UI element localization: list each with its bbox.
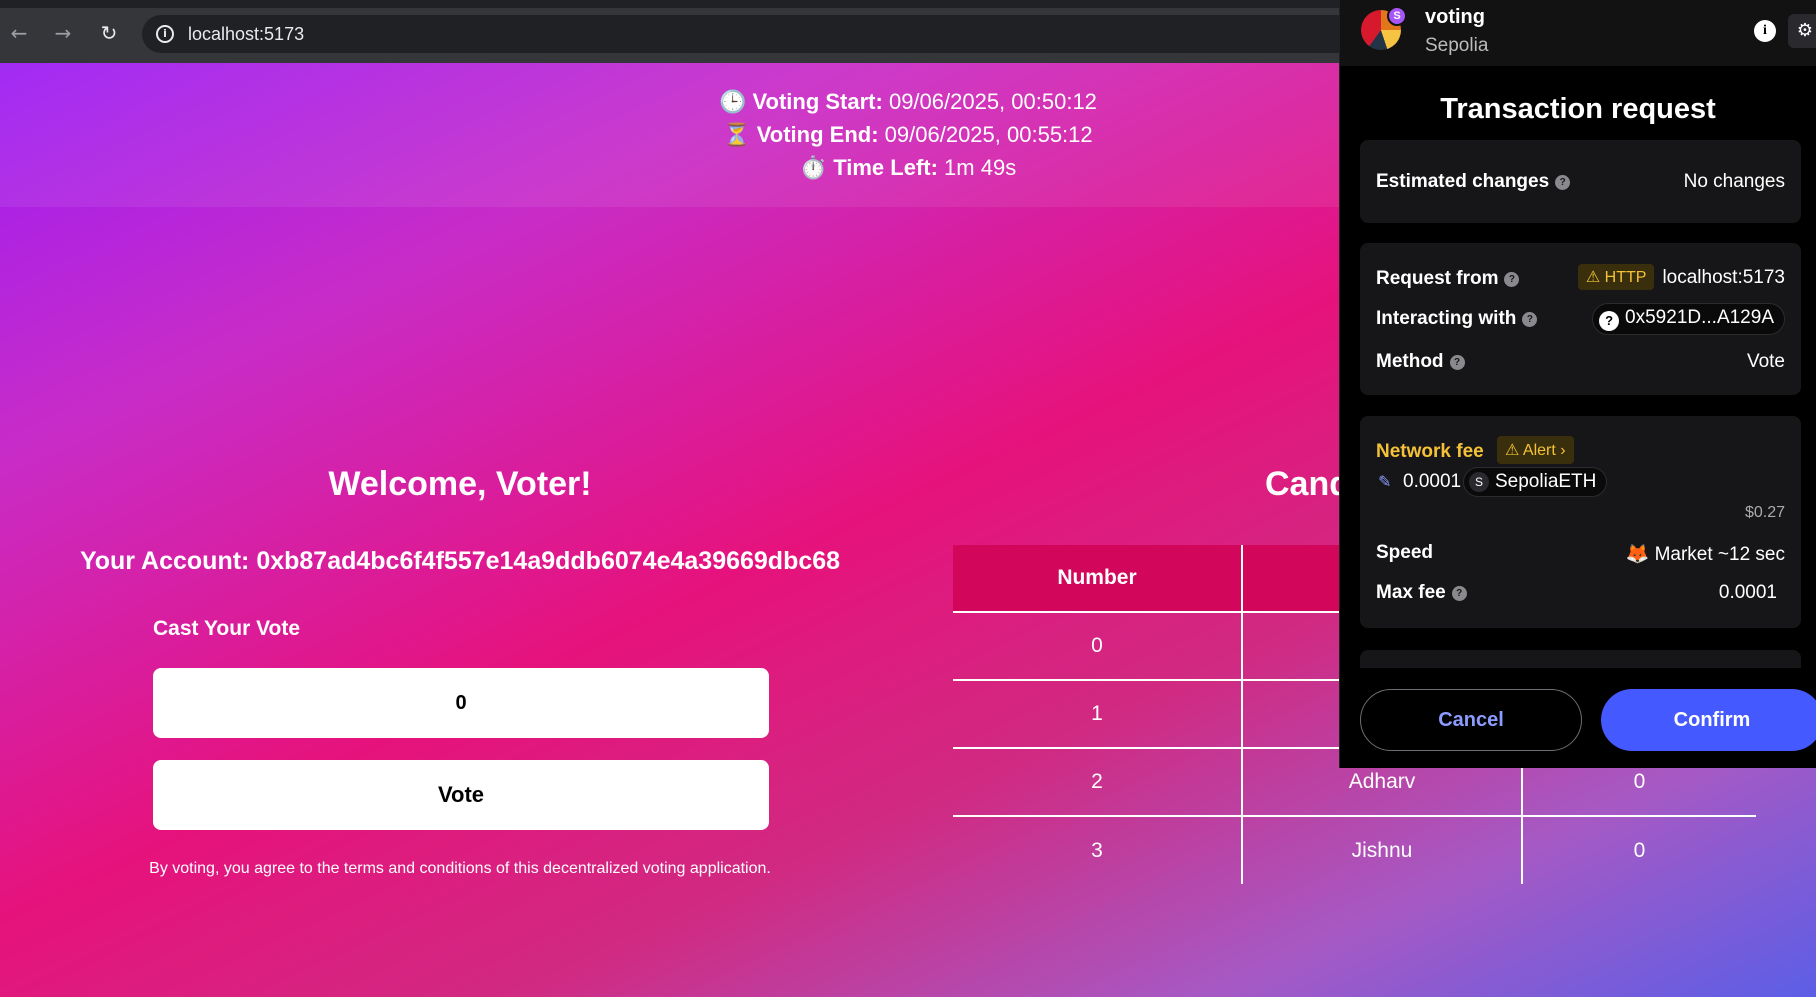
welcome-heading: Welcome, Voter! bbox=[328, 465, 592, 503]
candidates-heading: Cand bbox=[1265, 465, 1350, 503]
cell-name: Jishnu bbox=[1241, 815, 1522, 884]
max-fee-label: Max fee bbox=[1376, 582, 1446, 603]
vote-button[interactable]: Vote bbox=[153, 760, 769, 830]
max-fee-value: 0.0001 bbox=[1718, 582, 1777, 603]
help-icon[interactable]: ? bbox=[1504, 272, 1520, 287]
time-left-label: Time Left: bbox=[833, 155, 938, 180]
fox-icon: 🦊 bbox=[1625, 543, 1650, 565]
http-warning-badge: ⚠ HTTP bbox=[1577, 264, 1655, 290]
contract-address: 0x5921D...A129A bbox=[1625, 307, 1774, 328]
max-fee-row: Max fee? bbox=[1376, 582, 1467, 604]
hourglass-icon: ⏳ bbox=[723, 123, 751, 148]
alert-badge[interactable]: ⚠ Alert › bbox=[1497, 436, 1574, 464]
address-url[interactable]: localhost:5173 bbox=[188, 24, 304, 45]
fee-amount: 0.0001 bbox=[1403, 471, 1462, 492]
voting-start-label: Voting Start: bbox=[752, 89, 883, 114]
unknown-contract-icon: ? bbox=[1599, 311, 1620, 331]
reload-icon[interactable]: ↻ bbox=[96, 20, 122, 46]
wallet-title: Transaction request bbox=[1440, 93, 1716, 125]
estimated-changes-row: Estimated changes? bbox=[1376, 171, 1571, 193]
network-name: Sepolia bbox=[1425, 35, 1489, 56]
request-from-row: Request from? bbox=[1376, 268, 1520, 290]
request-from-label: Request from bbox=[1376, 268, 1499, 289]
network-badge: S bbox=[1387, 6, 1407, 26]
voting-end-value: 09/06/2025, 00:55:12 bbox=[884, 122, 1093, 147]
back-arrow-icon[interactable]: ← bbox=[6, 20, 32, 46]
cell-number: 0 bbox=[953, 611, 1242, 680]
estimated-changes-label: Estimated changes bbox=[1376, 171, 1550, 192]
method-label: Method bbox=[1376, 351, 1444, 372]
clock-icon: 🕒 bbox=[719, 90, 747, 115]
cast-vote-label: Cast Your Vote bbox=[153, 617, 301, 640]
request-from-value: localhost:5173 bbox=[1662, 267, 1785, 288]
settings-sliders-icon[interactable]: ⚙ bbox=[1788, 14, 1816, 48]
info-icon[interactable]: i bbox=[1754, 20, 1776, 42]
cell-number: 3 bbox=[953, 815, 1242, 884]
estimated-changes-value: No changes bbox=[1683, 171, 1785, 192]
candidate-number-input[interactable] bbox=[153, 668, 769, 738]
help-icon[interactable]: ? bbox=[1555, 175, 1571, 190]
stopwatch-icon: ⏱️ bbox=[799, 156, 828, 181]
voting-start-value: 09/06/2025, 00:50:12 bbox=[888, 89, 1097, 114]
interacting-with-label: Interacting with bbox=[1376, 308, 1517, 329]
fee-token: SepoliaETH bbox=[1495, 471, 1597, 492]
header-number: Number bbox=[953, 545, 1242, 612]
voting-end-label: Voting End: bbox=[756, 122, 879, 147]
time-left-value: 1m 49s bbox=[944, 155, 1017, 180]
interacting-with-row: Interacting with? bbox=[1376, 308, 1538, 330]
fee-usd: $0.27 bbox=[1744, 504, 1785, 521]
confirm-button[interactable]: Confirm bbox=[1601, 689, 1816, 751]
site-name: voting bbox=[1425, 6, 1485, 28]
speed-label: Speed bbox=[1376, 542, 1434, 563]
speed-row: 🦊 Market ~12 sec bbox=[1626, 542, 1785, 566]
terms-text: By voting, you agree to the terms and co… bbox=[149, 860, 771, 877]
help-icon[interactable]: ? bbox=[1451, 586, 1467, 601]
help-icon[interactable]: ? bbox=[1522, 312, 1538, 327]
request-details-card: Request from? ⚠ HTTP localhost:5173 Inter… bbox=[1360, 243, 1801, 395]
cell-number: 1 bbox=[953, 679, 1242, 748]
wallet-popup: S voting Sepolia i ⚙ Transaction request… bbox=[1339, 0, 1816, 768]
cancel-button[interactable]: Cancel bbox=[1360, 689, 1582, 751]
request-from-origin: ⚠ HTTP localhost:5173 bbox=[1577, 264, 1785, 290]
contract-address-pill[interactable]: ? 0x5921D...A129A bbox=[1592, 303, 1785, 335]
fee-token-pill: S SepoliaETH bbox=[1463, 467, 1608, 497]
next-card-peek bbox=[1360, 650, 1801, 668]
table-row: 3 Jishnu 0 bbox=[953, 815, 1756, 884]
cell-votes: 0 bbox=[1521, 815, 1756, 884]
account-address: Your Account: 0xb87ad4bc6f4f557e14a9ddb6… bbox=[79, 547, 841, 575]
wallet-header: S voting Sepolia i ⚙ bbox=[1340, 0, 1816, 66]
speed-value: Market ~12 sec bbox=[1654, 544, 1785, 565]
help-icon[interactable]: ? bbox=[1449, 355, 1465, 370]
site-info-icon[interactable]: i bbox=[156, 25, 174, 43]
estimated-changes-card: Estimated changes? No changes bbox=[1360, 140, 1801, 223]
network-fee-label: Network fee bbox=[1376, 441, 1484, 462]
method-row: Method? bbox=[1376, 351, 1465, 373]
network-fee-card: Network fee ⚠ Alert › ✎ 0.0001 S SepoliaE… bbox=[1360, 416, 1801, 628]
edit-fee-icon[interactable]: ✎ bbox=[1378, 472, 1391, 491]
cell-number: 2 bbox=[953, 747, 1242, 816]
forward-arrow-icon[interactable]: → bbox=[50, 20, 76, 46]
method-value: Vote bbox=[1746, 351, 1785, 372]
token-icon: S bbox=[1469, 472, 1489, 492]
